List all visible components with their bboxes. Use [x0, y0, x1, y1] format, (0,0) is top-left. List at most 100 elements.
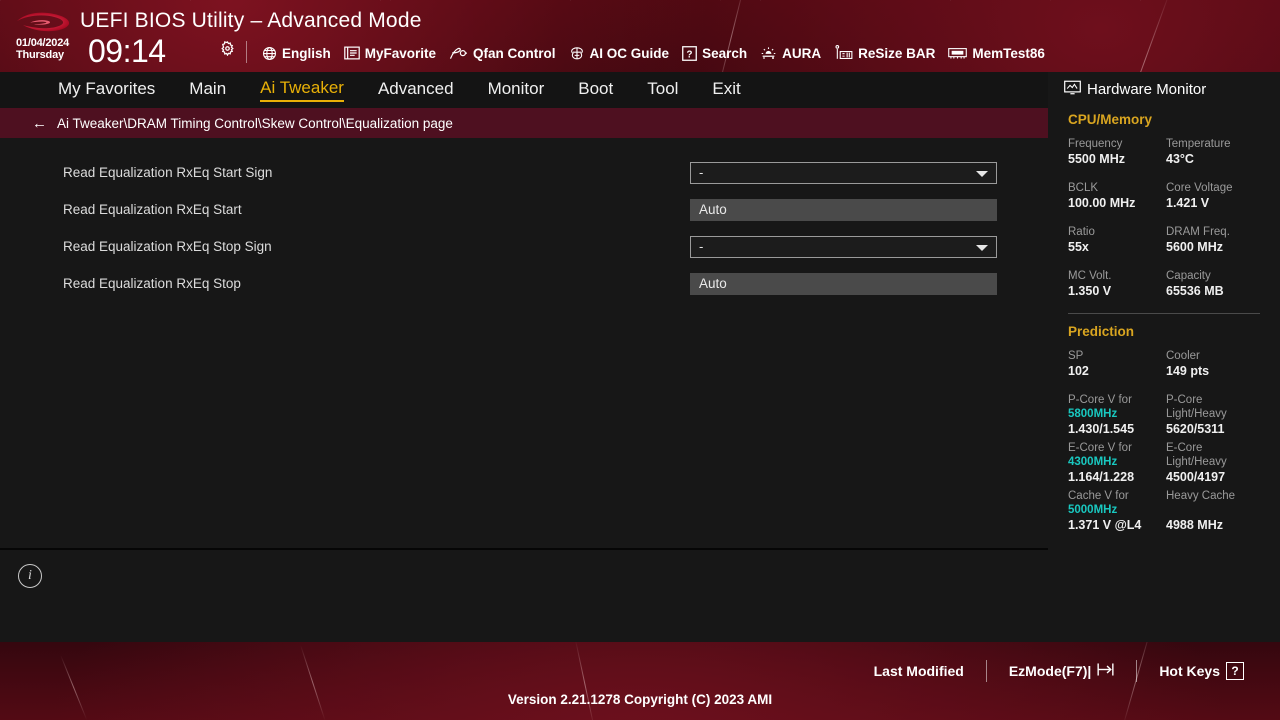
hw-key: BCLK	[1068, 182, 1099, 194]
setting-row-rxeq-stop: Read Equalization RxEq Stop Auto	[0, 265, 1048, 302]
header-item-label: MemTest86	[972, 45, 1045, 61]
page-title: UEFI BIOS Utility – Advanced Mode	[80, 9, 422, 32]
tab-boot[interactable]: Boot	[578, 79, 613, 101]
hw-value: 1.164/1.228	[1068, 470, 1135, 484]
hw-key-freq: 5000MHz	[1068, 504, 1118, 516]
tab-tool[interactable]: Tool	[647, 79, 678, 101]
hw-key: SP	[1068, 350, 1084, 362]
info-icon[interactable]: i	[18, 564, 42, 588]
tab-exit[interactable]: Exit	[712, 79, 740, 101]
svg-text:?: ?	[687, 49, 693, 60]
hw-key: P-Core V for	[1068, 394, 1132, 406]
hw-key: Cache V for	[1068, 490, 1129, 502]
hw-value: 5620/5311	[1166, 422, 1225, 436]
hw-key: E-Core V for	[1068, 442, 1132, 454]
hw-key: Capacity	[1166, 270, 1211, 282]
hw-pair-mc-volt-capacity: MC Volt. 1.350 V Capacity 65536 MB	[1068, 269, 1264, 299]
header-item-label: AI OC Guide	[589, 45, 670, 61]
rxeq-start-sign-dropdown[interactable]: -	[690, 161, 997, 184]
header-item-resize-bar[interactable]: ReSize BAR	[834, 45, 935, 61]
hw-key: Heavy Cache	[1166, 490, 1236, 502]
tab-advanced[interactable]: Advanced	[378, 79, 454, 101]
header-bar: UEFI BIOS Utility – Advanced Mode 01/04/…	[0, 0, 1280, 72]
rxeq-stop-sign-dropdown[interactable]: -	[690, 235, 997, 258]
hw-value: 5500 MHz	[1068, 152, 1125, 166]
input-value: Auto	[699, 276, 727, 291]
back-arrow-icon[interactable]: ←	[32, 116, 47, 131]
hw-pair-frequency-temperature: Frequency 5500 MHz Temperature 43°C	[1068, 137, 1264, 167]
gear-icon[interactable]	[220, 41, 235, 56]
main-content-panel: ← Ai Tweaker\DRAM Timing Control\Skew Co…	[0, 108, 1048, 642]
hw-value: 4988 MHz	[1166, 518, 1223, 532]
header-item-memtest86[interactable]: MemTest86	[948, 46, 1045, 61]
memory-module-icon	[948, 46, 968, 60]
footer-items: Last Modified EzMode(F7)| Hot Keys ?	[852, 660, 1266, 682]
bios-screen: UEFI BIOS Utility – Advanced Mode 01/04/…	[0, 0, 1280, 720]
hw-row-cache: Cache V for 5000MHz 1.371 V @L4 Heavy Ca…	[1068, 489, 1264, 533]
header-item-aura[interactable]: AURA	[760, 46, 821, 61]
tab-main[interactable]: Main	[189, 79, 226, 101]
header-item-label: AURA	[782, 45, 822, 61]
setting-row-rxeq-start: Read Equalization RxEq Start Auto	[0, 191, 1048, 228]
header-item-qfan-control[interactable]: Qfan Control	[449, 46, 556, 61]
monitor-icon	[1064, 80, 1081, 99]
hw-section-divider	[1068, 313, 1260, 314]
hw-section-cpu-memory: Frequency 5500 MHz Temperature 43°C BCLK…	[1064, 137, 1264, 299]
hw-pair-sp-cooler: SP 102 Cooler 149 pts	[1068, 349, 1264, 379]
hw-key: MC Volt.	[1068, 270, 1112, 282]
hw-value: 102	[1068, 364, 1089, 378]
header-item-myfavorite[interactable]: MyFavorite	[343, 46, 436, 61]
question-box-icon: ?	[682, 45, 697, 61]
hot-keys-button[interactable]: Hot Keys ?	[1137, 662, 1266, 680]
hw-row-e-core: E-Core V for 4300MHz 1.164/1.228 E-Core …	[1068, 441, 1264, 485]
fan-icon	[449, 46, 468, 61]
header-item-english[interactable]: English	[262, 46, 331, 61]
header-item-label: Search	[702, 45, 748, 61]
footer-bar: Last Modified EzMode(F7)| Hot Keys ?	[0, 642, 1280, 720]
hw-value: 100.00 MHz	[1068, 196, 1136, 210]
hw-key: E-Core	[1166, 442, 1203, 454]
exit-arrow-icon	[1097, 662, 1114, 680]
hw-value: 55x	[1068, 240, 1089, 254]
hw-value: 1.421 V	[1166, 196, 1210, 210]
weekday-text: Thursday	[16, 48, 64, 61]
header-item-label: Qfan Control	[473, 45, 556, 61]
last-modified-button[interactable]: Last Modified	[852, 663, 986, 679]
chevron-down-icon	[976, 170, 988, 177]
breadcrumb: ← Ai Tweaker\DRAM Timing Control\Skew Co…	[0, 108, 1048, 138]
hw-key-freq: 4300MHz	[1068, 456, 1118, 468]
tab-monitor[interactable]: Monitor	[488, 79, 545, 101]
ezmode-label: EzMode(F7)|	[1008, 663, 1092, 679]
tab-ai-tweaker[interactable]: Ai Tweaker	[260, 78, 344, 102]
header-item-ai-oc-guide[interactable]: AI OC Guide	[569, 45, 670, 61]
hw-value: 1.430/1.545	[1068, 422, 1135, 436]
rog-logo	[17, 12, 70, 32]
hw-key: Ratio	[1068, 226, 1095, 238]
setting-row-rxeq-start-sign: Read Equalization RxEq Start Sign -	[0, 154, 1048, 191]
dropdown-value: -	[699, 165, 704, 180]
last-modified-label: Last Modified	[873, 663, 964, 679]
hw-key: Temperature	[1166, 138, 1231, 150]
rxeq-stop-input[interactable]: Auto	[690, 272, 997, 295]
header-item-label: ReSize BAR	[858, 45, 936, 61]
header-item-search[interactable]: ? Search	[682, 46, 747, 61]
ezmode-button[interactable]: EzMode(F7)|	[987, 662, 1136, 680]
hw-pair-bclk-core-voltage: BCLK 100.00 MHz Core Voltage 1.421 V	[1068, 181, 1264, 211]
nav-tabs: My Favorites Main Ai Tweaker Advanced Mo…	[0, 72, 1048, 108]
hw-key2: Light/Heavy	[1166, 456, 1227, 468]
rxeq-start-input[interactable]: Auto	[690, 198, 997, 221]
tab-my-favorites[interactable]: My Favorites	[58, 79, 155, 101]
setting-label: Read Equalization RxEq Stop Sign	[63, 239, 272, 254]
setting-label: Read Equalization RxEq Start	[63, 202, 242, 217]
version-text: Version 2.21.1278 Copyright (C) 2023 AMI	[507, 692, 773, 707]
help-panel: i	[0, 550, 1048, 642]
hw-value: 4500/4197	[1166, 470, 1226, 484]
breadcrumb-path: Ai Tweaker\DRAM Timing Control\Skew Cont…	[57, 115, 453, 131]
header-divider	[246, 41, 247, 63]
resize-bar-icon	[834, 45, 853, 61]
header-menu: English MyFavorite Qfan Control AI OC Gu…	[262, 41, 1045, 65]
setting-row-rxeq-stop-sign: Read Equalization RxEq Stop Sign -	[0, 228, 1048, 265]
aura-light-icon	[760, 46, 777, 61]
hardware-monitor-title: Hardware Monitor	[1064, 72, 1264, 106]
hw-key2: Light/Heavy	[1166, 408, 1227, 420]
